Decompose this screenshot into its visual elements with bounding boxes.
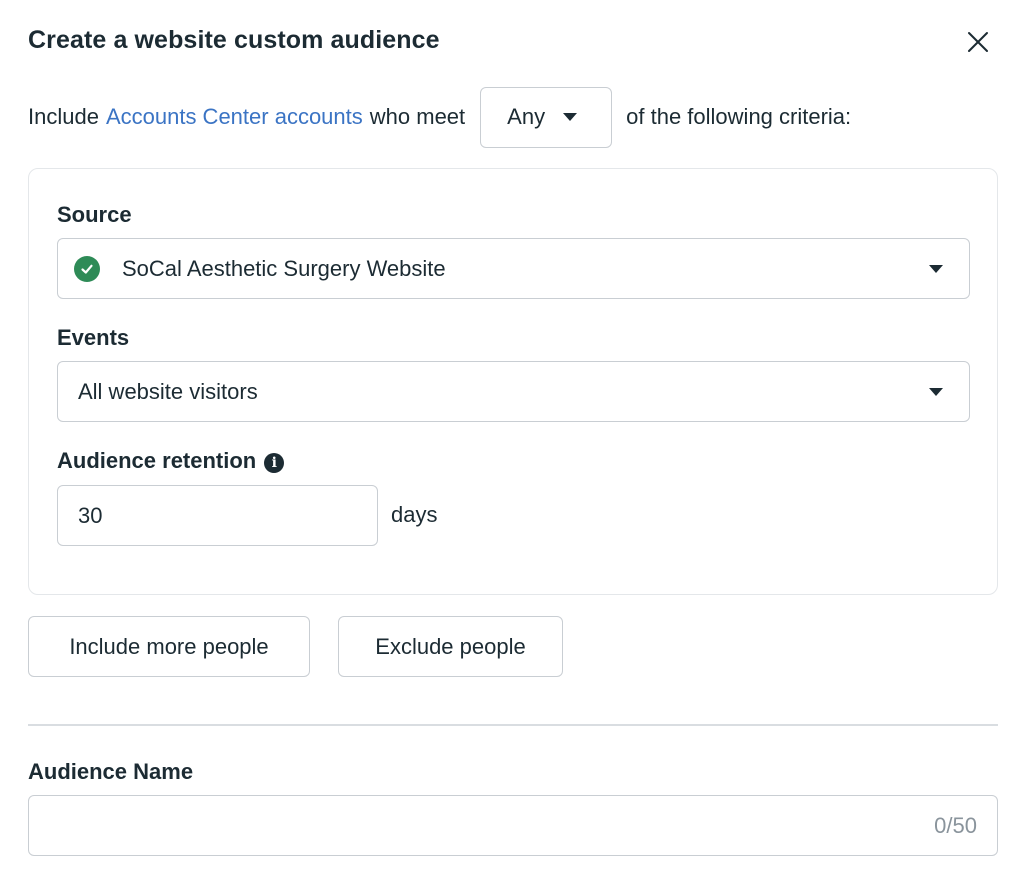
retention-days-input[interactable]: [57, 485, 378, 546]
retention-label: Audience retention: [57, 448, 257, 473]
close-button[interactable]: [962, 26, 994, 58]
retention-unit: days: [391, 502, 438, 527]
close-icon: [968, 32, 988, 52]
accounts-center-link[interactable]: Accounts Center accounts: [106, 104, 363, 130]
caret-down-icon: [929, 388, 943, 396]
section-divider: [28, 724, 998, 726]
source-label: Source: [57, 202, 132, 227]
caret-down-icon: [563, 113, 578, 121]
criteria-middle: who meet: [369, 104, 466, 129]
include-more-people-button[interactable]: Include more people: [28, 616, 310, 677]
custom-audience-dialog: Create a website custom audience Include…: [0, 0, 1024, 879]
character-counter: 0/50: [934, 813, 977, 838]
criteria-sentence: Include Accounts Center accounts who mee…: [28, 86, 851, 148]
audience-name-input[interactable]: [29, 796, 879, 852]
criteria-suffix: of the following criteria:: [626, 104, 852, 129]
dialog-title: Create a website custom audience: [28, 26, 440, 54]
info-icon[interactable]: i: [264, 453, 285, 473]
audience-name-field[interactable]: 0/50: [28, 795, 998, 856]
retention-label-row: Audience retention i: [57, 448, 285, 474]
match-type-value: Any: [507, 104, 546, 129]
audience-name-label: Audience Name: [28, 759, 194, 784]
events-dropdown[interactable]: All website visitors: [57, 361, 970, 422]
caret-down-icon: [929, 265, 943, 273]
events-label: Events: [57, 325, 130, 350]
criteria-prefix: Include: [28, 104, 99, 129]
source-value: SoCal Aesthetic Surgery Website: [122, 255, 446, 281]
check-circle-icon: [74, 255, 100, 282]
exclude-people-button[interactable]: Exclude people: [338, 616, 563, 677]
events-value: All website visitors: [78, 378, 258, 404]
rule-card: Source SoCal Aesthetic Surgery Website E…: [28, 168, 998, 595]
match-type-dropdown[interactable]: Any: [480, 86, 613, 148]
source-dropdown[interactable]: SoCal Aesthetic Surgery Website: [57, 238, 970, 299]
